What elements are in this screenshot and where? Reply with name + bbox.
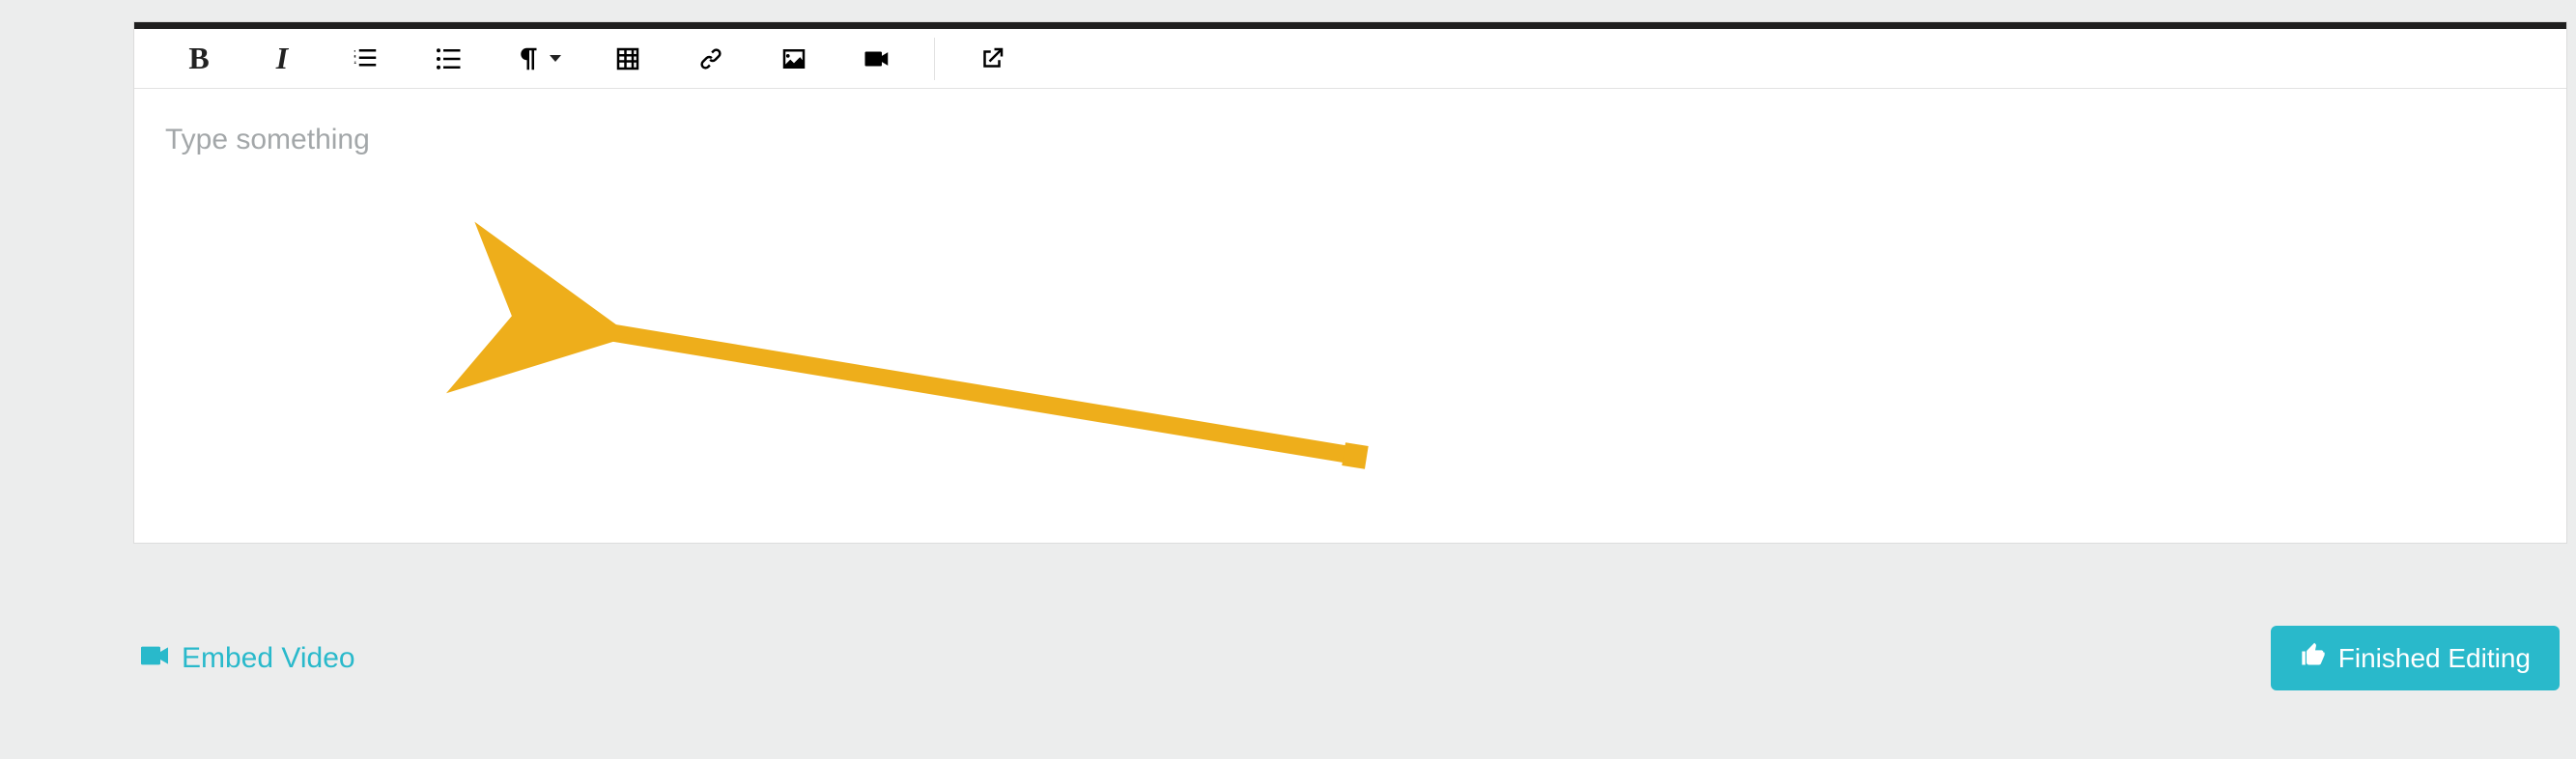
insert-video-button[interactable] (835, 29, 919, 89)
embed-video-link[interactable]: Embed Video (141, 642, 355, 675)
paragraph-format-button[interactable] (490, 29, 586, 89)
external-link-icon (977, 44, 1006, 73)
table-icon (613, 44, 642, 73)
ordered-list-icon (351, 44, 380, 73)
paragraph-icon (515, 44, 544, 73)
bold-button[interactable]: B (157, 29, 241, 89)
link-icon (696, 44, 725, 73)
finished-editing-label: Finished Editing (2338, 643, 2531, 674)
insert-image-button[interactable] (752, 29, 835, 89)
editor-placeholder: Type something (165, 124, 370, 155)
toolbar-separator (934, 38, 935, 80)
italic-button[interactable]: I (241, 29, 324, 89)
ordered-list-button[interactable] (324, 29, 407, 89)
editor-content-area[interactable]: Type something (134, 89, 2566, 543)
editor-container: B I (133, 21, 2567, 544)
thumbs-up-icon (2300, 641, 2327, 675)
unordered-list-icon (434, 44, 463, 73)
video-camera-icon (141, 642, 172, 675)
finished-editing-button[interactable]: Finished Editing (2271, 626, 2560, 690)
embed-video-label: Embed Video (182, 642, 355, 675)
open-external-button[interactable] (950, 29, 1033, 89)
editor-toolbar: B I (134, 29, 2566, 89)
chevron-down-icon (550, 55, 561, 62)
image-icon (779, 44, 808, 73)
unordered-list-button[interactable] (407, 29, 490, 89)
video-camera-icon (863, 44, 892, 73)
insert-table-button[interactable] (586, 29, 669, 89)
annotation-arrow (134, 89, 2566, 543)
insert-link-button[interactable] (669, 29, 752, 89)
editor-footer: Embed Video Finished Editing (133, 603, 2567, 714)
